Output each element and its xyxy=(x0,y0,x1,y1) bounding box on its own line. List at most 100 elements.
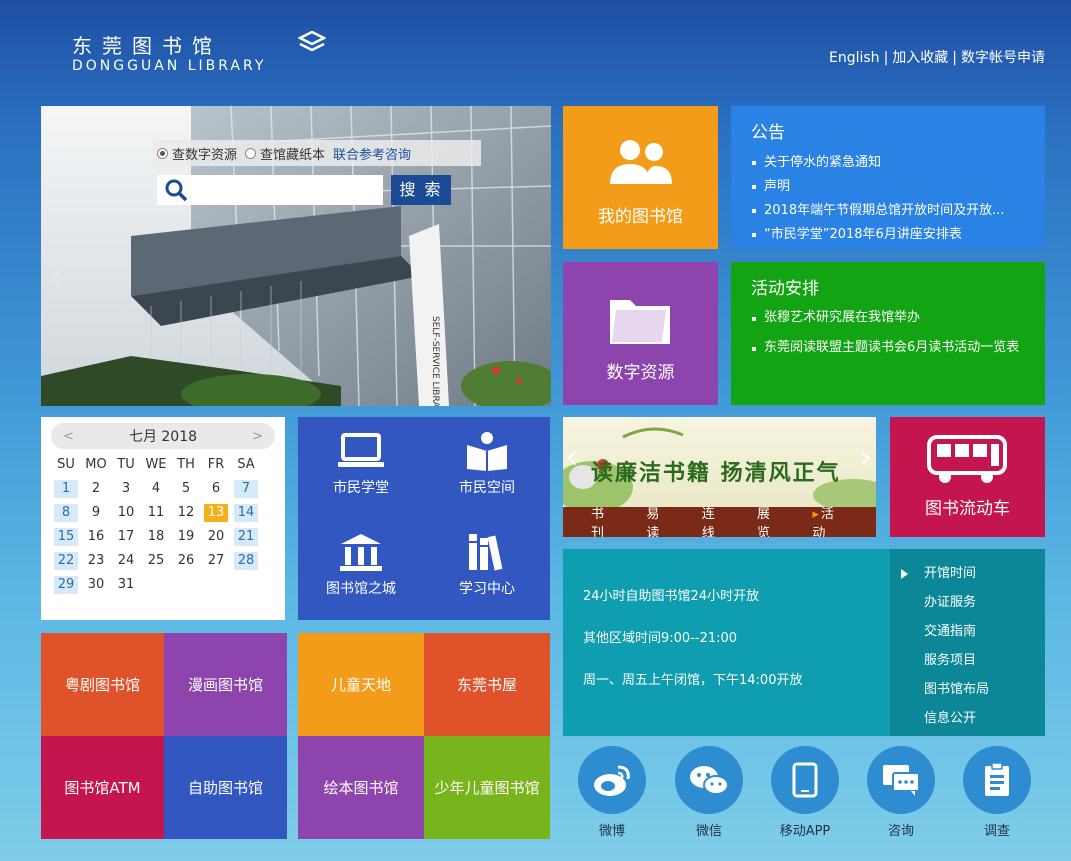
wechat-icon xyxy=(690,766,729,795)
calendar-day[interactable]: 8 xyxy=(54,504,78,522)
calendar-day[interactable]: 22 xyxy=(54,552,78,570)
search-digital-radio[interactable]: 查数字资源 xyxy=(157,144,237,163)
comic-library-tile[interactable]: 漫画图书馆 xyxy=(164,633,287,736)
library-atm-tile[interactable]: 图书馆ATM xyxy=(41,736,164,839)
weibo-icon xyxy=(594,765,630,796)
calendar-day[interactable]: 2 xyxy=(84,480,108,498)
activity-item[interactable]: 张穆艺术研究展在我馆举办 xyxy=(751,307,1025,329)
digital-resources-label: 数字资源 xyxy=(606,363,675,383)
search-button[interactable]: 搜 索 xyxy=(391,175,451,205)
english-link[interactable]: English xyxy=(829,50,880,66)
bus-label: 图书流动车 xyxy=(925,499,1010,519)
info-menu-transport[interactable]: 交通指南 xyxy=(924,617,1045,646)
notice-item[interactable]: 关于停水的紧急通知 xyxy=(751,151,1025,175)
calendar-next-button[interactable]: > xyxy=(252,429,263,444)
library-city-link[interactable]: 图书馆之城 xyxy=(298,518,424,619)
notice-item[interactable]: “市民学堂”2018年6月讲座安排表 xyxy=(751,223,1025,247)
promo-banner[interactable]: 读廉洁书籍 扬清风正气 ‹ › 书刊 易读 连线 展览 活动 xyxy=(563,417,876,537)
search-input[interactable] xyxy=(157,175,383,205)
activity-title: 活动安排 xyxy=(751,279,819,299)
survey-button[interactable]: 调查 xyxy=(962,746,1032,839)
info-menu-opening-hours[interactable]: 开馆时间 xyxy=(901,559,1045,588)
weibo-button[interactable]: 微博 xyxy=(577,746,647,839)
youth-library-tile[interactable]: 少年儿童图书馆 xyxy=(424,736,550,839)
banner-nav-item-active[interactable]: 活动 xyxy=(812,503,846,537)
my-library-tile[interactable]: 我的图书馆 xyxy=(563,106,718,249)
consult-icon xyxy=(883,765,920,796)
calendar-day[interactable]: 10 xyxy=(114,504,138,522)
citizen-space-link[interactable]: 市民空间 xyxy=(424,417,550,518)
cantonese-opera-library-tile[interactable]: 粤剧图书馆 xyxy=(41,633,164,736)
calendar-day[interactable]: 27 xyxy=(204,552,228,570)
add-favorite-link[interactable]: 加入收藏 xyxy=(892,50,948,66)
children-world-tile[interactable]: 儿童天地 xyxy=(298,633,424,736)
calendar-day[interactable]: 11 xyxy=(144,504,168,522)
calendar-day[interactable]: 18 xyxy=(144,528,168,546)
banner-nav-item[interactable]: 连线 xyxy=(702,503,727,537)
mobile-library-bus-tile[interactable]: 图书流动车 xyxy=(890,417,1045,537)
calendar-day[interactable]: 1 xyxy=(54,480,78,498)
activity-item[interactable]: 东莞阅读联盟主题读书会6月读书活动一览表 xyxy=(751,337,1025,359)
search-icon xyxy=(165,179,188,202)
calendar-grid: SU MO TU WE TH FR SA 1 2 3 4 5 6 7 8 9 10 11 12 13 14 15 16 17 1… xyxy=(51,453,275,597)
calendar-day[interactable]: 14 xyxy=(234,504,258,522)
logo-english[interactable]: DONGGUAN LIBRARY xyxy=(72,58,266,74)
calendar-month-label: 七月 2018 xyxy=(128,429,198,445)
digital-resources-tile[interactable]: 数字资源 xyxy=(563,262,718,405)
calendar-day[interactable]: 20 xyxy=(204,528,228,546)
my-library-label: 我的图书馆 xyxy=(598,207,683,227)
union-reference-link[interactable]: 联合参考咨询 xyxy=(333,144,411,163)
calendar-day-today[interactable]: 13 xyxy=(204,504,228,522)
calendar-day[interactable]: 26 xyxy=(174,552,198,570)
citizen-school-link[interactable]: 市民学堂 xyxy=(298,417,424,518)
notice-item[interactable]: 声明 xyxy=(751,175,1025,199)
banner-title: 读廉洁书籍 扬清风正气 xyxy=(591,461,841,486)
banner-nav-item[interactable]: 展览 xyxy=(757,503,782,537)
self-service-library-tile[interactable]: 自助图书馆 xyxy=(164,736,287,839)
calendar-day[interactable]: 6 xyxy=(204,480,228,498)
calendar-weekday: SU xyxy=(57,457,75,472)
consult-button[interactable]: 咨询 xyxy=(866,746,936,839)
calendar-day[interactable]: 25 xyxy=(144,552,168,570)
info-menu-disclosure[interactable]: 信息公开 xyxy=(924,704,1045,733)
info-menu-card-service[interactable]: 办证服务 xyxy=(924,588,1045,617)
calendar-day[interactable]: 24 xyxy=(114,552,138,570)
calendar-day[interactable]: 9 xyxy=(84,504,108,522)
calendar-prev-button[interactable]: < xyxy=(63,429,74,444)
picture-book-library-tile[interactable]: 绘本图书馆 xyxy=(298,736,424,839)
info-menu-services[interactable]: 服务项目 xyxy=(924,646,1045,675)
calendar-day[interactable]: 30 xyxy=(84,576,108,594)
banner-nav-item[interactable]: 书刊 xyxy=(591,503,616,537)
mobile-app-button[interactable]: 移动APP xyxy=(770,746,840,839)
calendar-day[interactable]: 15 xyxy=(54,528,78,546)
info-menu-layout[interactable]: 图书馆布局 xyxy=(924,675,1045,704)
calendar-day[interactable]: 16 xyxy=(84,528,108,546)
slide-prev-arrow-icon[interactable]: ‹ xyxy=(49,254,64,298)
calendar-day[interactable]: 3 xyxy=(114,480,138,498)
calendar-day[interactable]: 19 xyxy=(174,528,198,546)
logo-mark-icon xyxy=(298,31,326,52)
calendar-day[interactable]: 31 xyxy=(114,576,138,594)
notice-item[interactable]: 2018年端午节假期总馆开放时间及开放... xyxy=(751,199,1025,223)
calendar-weekday: WE xyxy=(145,457,167,472)
search-print-radio[interactable]: 查馆藏纸本 xyxy=(245,144,325,163)
calendar-day[interactable]: 5 xyxy=(174,480,198,498)
wechat-button[interactable]: 微信 xyxy=(674,746,744,839)
calendar-weekday: TU xyxy=(117,457,135,472)
calendar-day[interactable]: 21 xyxy=(234,528,258,546)
calendar-day[interactable]: 12 xyxy=(174,504,198,522)
digital-account-link[interactable]: 数字帐号申请 xyxy=(961,50,1045,66)
calendar-day[interactable]: 23 xyxy=(84,552,108,570)
learning-center-link[interactable]: 学习中心 xyxy=(424,518,550,619)
calendar-day[interactable]: 28 xyxy=(234,552,258,570)
hero-slideshow: SELF-SERVICE LIBRARY 查数字资源 查馆藏纸本 联合参考咨询 … xyxy=(41,106,551,406)
banner-prev-arrow-icon[interactable]: ‹ xyxy=(565,437,579,477)
dongguan-bookhouse-tile[interactable]: 东莞书屋 xyxy=(424,633,550,736)
calendar-day[interactable]: 4 xyxy=(144,480,168,498)
calendar-day[interactable]: 29 xyxy=(54,576,78,594)
calendar-day[interactable]: 17 xyxy=(114,528,138,546)
banner-nav-item[interactable]: 易读 xyxy=(646,503,671,537)
logo-chinese[interactable]: 东莞图书馆 xyxy=(72,30,222,59)
calendar-day[interactable]: 7 xyxy=(234,480,258,498)
banner-next-arrow-icon[interactable]: › xyxy=(858,437,872,477)
